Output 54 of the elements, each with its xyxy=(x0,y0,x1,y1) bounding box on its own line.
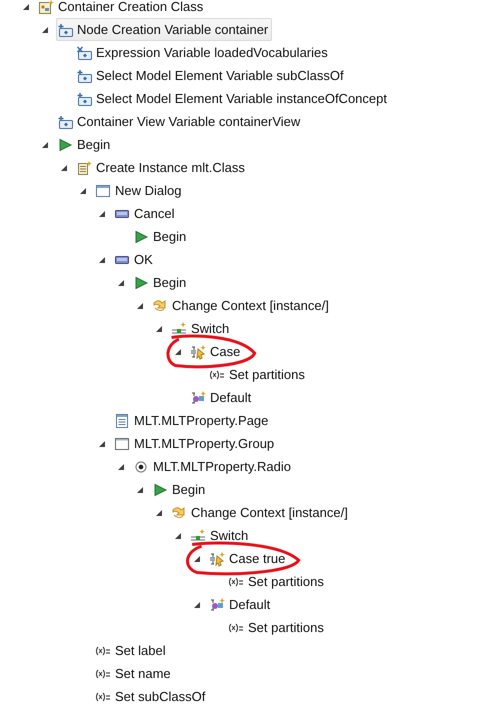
tree-item[interactable]: Begin xyxy=(56,133,114,156)
tree-item[interactable]: Begin xyxy=(151,478,210,501)
tree-item[interactable]: New Dialog xyxy=(94,179,186,202)
page-icon xyxy=(114,412,130,428)
variable-icon xyxy=(57,22,73,38)
tree-item[interactable]: Set name xyxy=(94,662,175,685)
tree-item[interactable]: MLT.MLTProperty.Page xyxy=(113,409,272,432)
tree-item[interactable]: Case xyxy=(189,340,244,363)
switch-icon xyxy=(171,320,187,336)
class-icon xyxy=(38,0,54,14)
variable-icon xyxy=(76,90,92,106)
case-icon xyxy=(190,344,206,360)
play-icon xyxy=(133,228,149,244)
tree-item[interactable]: Expression Variable loadedVocabularies xyxy=(75,41,332,64)
arrow-icon xyxy=(171,504,187,520)
variable-icon xyxy=(76,68,92,84)
tree-item[interactable]: Default xyxy=(189,386,256,409)
document-icon xyxy=(76,160,92,176)
play-icon xyxy=(57,136,73,152)
tree-item[interactable]: Node Creation Variable container xyxy=(56,18,272,41)
tree-item[interactable]: Begin xyxy=(132,225,190,248)
tree-item[interactable]: Change Context [instance/] xyxy=(170,501,352,524)
switch-icon xyxy=(190,528,206,544)
tree-item[interactable]: MLT.MLTProperty.Group xyxy=(113,432,278,455)
window-icon xyxy=(114,436,130,452)
play-icon xyxy=(152,482,168,498)
case-icon xyxy=(209,550,225,566)
tree-item[interactable]: Select Model Element Variable subClassOf xyxy=(75,64,348,87)
variable-icon xyxy=(76,44,92,60)
tree-item[interactable]: Set subClassOf xyxy=(94,685,210,707)
tree-item[interactable]: Set partitions xyxy=(227,616,328,639)
tree-item[interactable]: Change Context [instance/] xyxy=(151,294,333,317)
tree-item[interactable]: Cancel xyxy=(113,202,178,225)
tree-item[interactable]: Set partitions xyxy=(227,570,328,593)
window-icon xyxy=(95,182,111,198)
tree-item[interactable]: Case true xyxy=(208,547,290,570)
tree-item[interactable]: Switch xyxy=(170,317,234,340)
tree-item[interactable]: OK xyxy=(113,248,157,271)
tree-item[interactable]: Set partitions xyxy=(208,363,309,386)
tree-item[interactable]: Create Instance mlt.Class xyxy=(75,156,249,179)
tree-item[interactable]: Default xyxy=(208,593,274,616)
default-icon xyxy=(190,390,206,406)
tree-item[interactable]: Container View Variable containerView xyxy=(56,110,304,133)
tree-item[interactable]: Set label xyxy=(94,639,170,662)
tree-item[interactable]: Begin xyxy=(132,271,190,294)
variable-icon xyxy=(57,114,73,130)
radio-icon xyxy=(133,458,149,474)
tree-item[interactable]: Select Model Element Variable instanceOfConcept xyxy=(75,87,391,110)
arrow-icon xyxy=(152,298,168,314)
play-icon xyxy=(133,274,149,290)
tree-item[interactable]: MLT.MLTProperty.Radio xyxy=(132,455,295,478)
tree-item[interactable]: Container Creation Class xyxy=(37,0,208,18)
default-icon xyxy=(209,596,225,612)
tree-item[interactable]: Switch xyxy=(189,524,252,547)
